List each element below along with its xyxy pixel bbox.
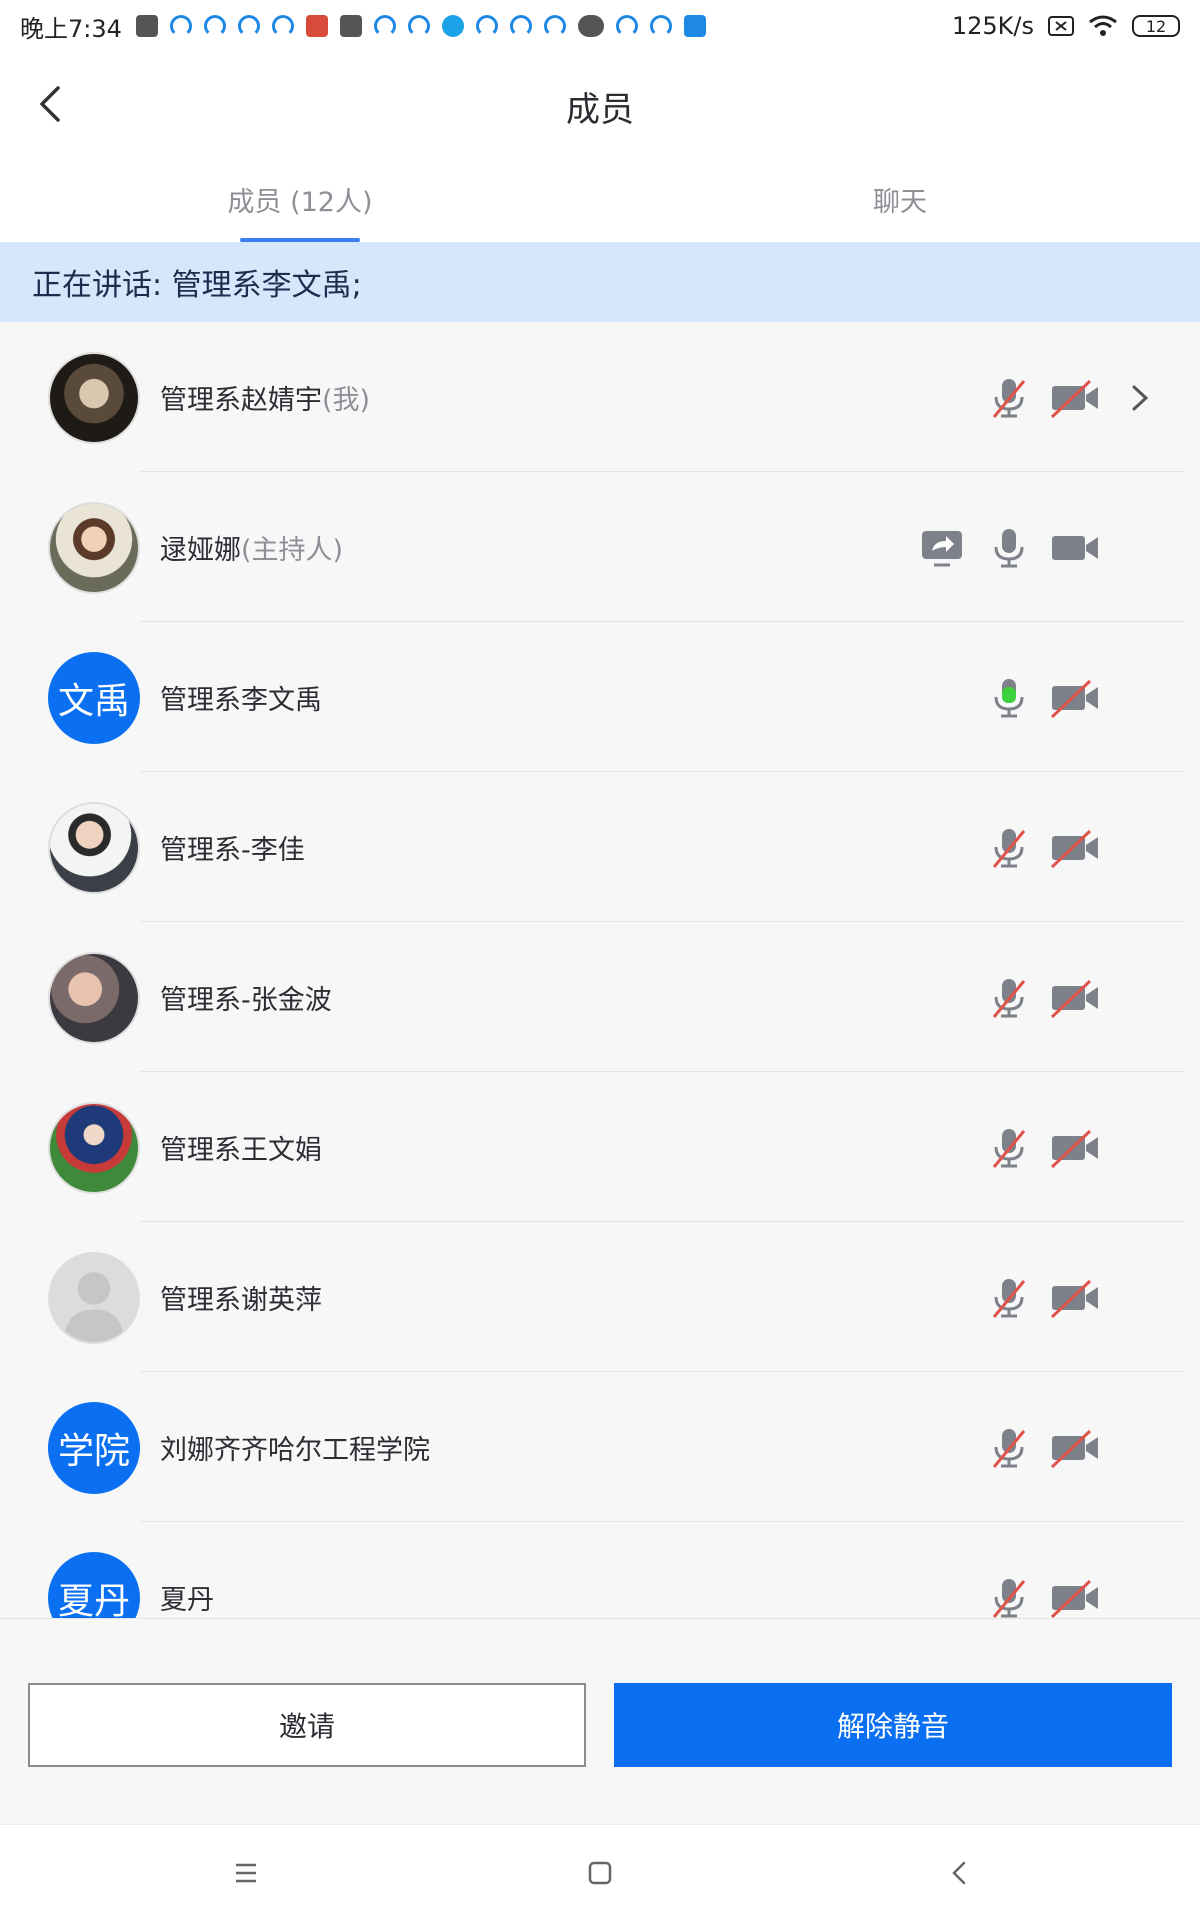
member-name: 管理系王文娟 xyxy=(160,1135,322,1166)
member-row[interactable]: 管理系谢英萍 xyxy=(0,1222,1200,1372)
app-notification-icon xyxy=(135,15,158,37)
default-user-icon xyxy=(63,1272,125,1342)
app-notification-icon xyxy=(649,15,672,37)
app-notification-icon xyxy=(339,15,362,37)
app-notification-icon xyxy=(237,15,260,37)
member-role: (主持人) xyxy=(241,535,344,566)
mic-speaking-icon[interactable] xyxy=(986,675,1032,721)
mic-muted-icon[interactable] xyxy=(986,1425,1032,1471)
camera-off-icon[interactable] xyxy=(1050,1575,1100,1618)
tab-bar: 成员 (12人) 聊天 xyxy=(0,162,1200,242)
member-row[interactable]: 管理系王文娟 xyxy=(0,1072,1200,1222)
wifi-icon xyxy=(1089,15,1117,36)
avatar xyxy=(48,952,140,1044)
member-list[interactable]: 管理系赵婧宇(我) 逯娅娜(主持人) 文禹 管理系李文禹 管理系-李佳 管理系-… xyxy=(0,322,1200,1618)
back-icon[interactable] xyxy=(942,1855,978,1891)
app-notification-icon xyxy=(305,15,328,37)
avatar xyxy=(48,802,140,894)
member-row[interactable]: 管理系赵婧宇(我) xyxy=(0,322,1200,472)
chevron-right-icon[interactable] xyxy=(1124,375,1156,421)
tab-members[interactable]: 成员 (12人) xyxy=(0,162,600,242)
app-notification-icon xyxy=(203,15,226,37)
unmute-button[interactable]: 解除静音 xyxy=(614,1683,1172,1767)
mic-muted-icon[interactable] xyxy=(986,1275,1032,1321)
app-notification-icon xyxy=(683,15,706,37)
mic-muted-icon[interactable] xyxy=(986,825,1032,871)
camera-off-icon[interactable] xyxy=(1050,825,1100,871)
app-notification-icon xyxy=(615,15,638,37)
camera-off-icon[interactable] xyxy=(1050,675,1100,721)
header: 成员 xyxy=(0,52,1200,162)
member-row[interactable]: 管理系-张金波 xyxy=(0,922,1200,1072)
avatar: 文禹 xyxy=(48,652,140,744)
app-notification-icon xyxy=(543,15,566,37)
tab-label: 聊天 xyxy=(873,187,927,218)
speaking-banner: 正在讲话: 管理系李文禹; xyxy=(0,242,1200,322)
member-name: 管理系赵婧宇(我) xyxy=(160,385,371,416)
member-name: 管理系-张金波 xyxy=(160,985,332,1016)
member-row[interactable]: 学院 刘娜齐齐哈尔工程学院 xyxy=(0,1372,1200,1522)
notification-icons xyxy=(135,15,706,37)
status-bar: 晚上7:34 125K/s 12 xyxy=(0,0,1200,52)
mic-muted-icon[interactable] xyxy=(986,1575,1032,1618)
member-row[interactable]: 管理系-李佳 xyxy=(0,772,1200,922)
app-notification-icon xyxy=(407,15,430,37)
app-notification-icon xyxy=(373,15,396,37)
battery-icon: 12 xyxy=(1132,15,1180,37)
mic-muted-icon[interactable] xyxy=(986,375,1032,421)
avatar: 夏丹 xyxy=(48,1552,140,1618)
system-nav-bar xyxy=(0,1824,1200,1920)
member-name: 管理系李文禹 xyxy=(160,685,322,716)
camera-on-icon[interactable] xyxy=(1050,525,1100,571)
app-notification-icon xyxy=(169,15,192,37)
member-name: 管理系谢英萍 xyxy=(160,1285,322,1316)
home-icon[interactable] xyxy=(582,1855,618,1891)
app-notification-icon xyxy=(441,15,464,37)
status-time: 晚上7:34 xyxy=(20,14,122,43)
tab-chat[interactable]: 聊天 xyxy=(600,162,1200,242)
member-role: (我) xyxy=(322,385,371,416)
mic-on-icon[interactable] xyxy=(986,525,1032,571)
member-name: 逯娅娜(主持人) xyxy=(160,535,344,566)
menu-icon[interactable] xyxy=(228,1855,264,1891)
invite-button[interactable]: 邀请 xyxy=(28,1683,586,1767)
mic-muted-icon[interactable] xyxy=(986,975,1032,1021)
app-notification-icon xyxy=(475,15,498,37)
camera-off-icon[interactable] xyxy=(1050,1275,1100,1321)
camera-off-icon[interactable] xyxy=(1050,1125,1100,1171)
avatar xyxy=(48,352,140,444)
avatar: 学院 xyxy=(48,1402,140,1494)
member-row[interactable]: 逯娅娜(主持人) xyxy=(0,472,1200,622)
camera-off-icon[interactable] xyxy=(1050,1425,1100,1471)
cloud-icon xyxy=(577,15,604,37)
sim-icon xyxy=(1048,16,1074,36)
page-title: 成员 xyxy=(566,90,634,130)
app-notification-icon xyxy=(271,15,294,37)
member-name: 刘娜齐齐哈尔工程学院 xyxy=(160,1435,430,1466)
avatar xyxy=(48,1102,140,1194)
member-name: 夏丹 xyxy=(160,1585,214,1616)
member-name: 管理系-李佳 xyxy=(160,835,305,866)
mic-muted-icon[interactable] xyxy=(986,1125,1032,1171)
avatar xyxy=(48,1252,140,1344)
net-speed: 125K/s xyxy=(951,12,1034,40)
tab-label: 成员 (12人) xyxy=(227,187,373,218)
screen-share-icon xyxy=(922,531,962,567)
member-row[interactable]: 文禹 管理系李文禹 xyxy=(0,622,1200,772)
action-bar: 邀请 解除静音 xyxy=(0,1618,1200,1824)
avatar xyxy=(48,502,140,594)
camera-off-icon[interactable] xyxy=(1050,975,1100,1021)
camera-off-icon[interactable] xyxy=(1050,375,1100,421)
member-row[interactable]: 夏丹 夏丹 xyxy=(0,1522,1200,1618)
app-notification-icon xyxy=(509,15,532,37)
